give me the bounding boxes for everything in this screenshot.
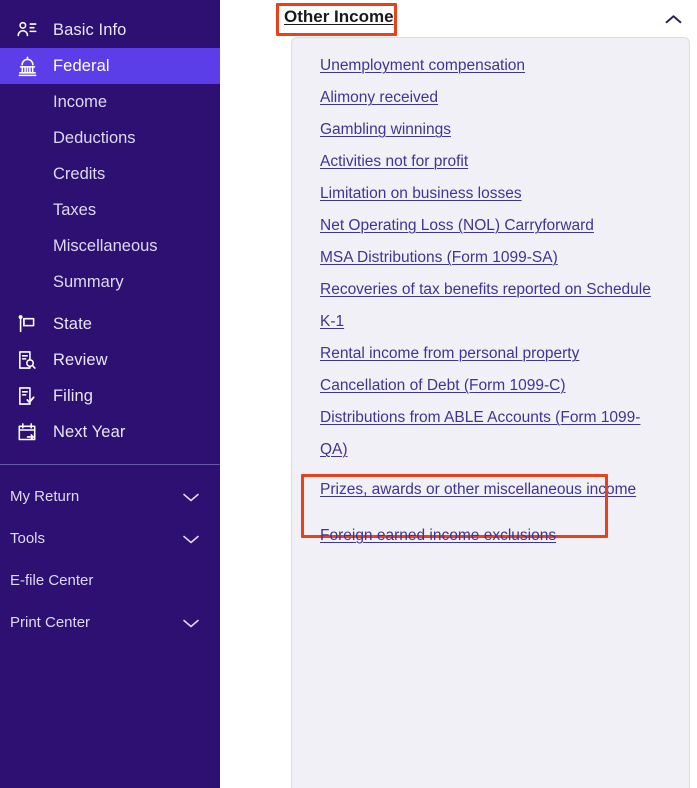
sidebar-federal-subnav: Income Deductions Credits Taxes Miscella… [0, 84, 220, 300]
sidebar-item-credits[interactable]: Credits [0, 156, 220, 192]
list-item: Activities not for profit [292, 146, 689, 178]
main-sidebar: Basic Info Federal Income Deductions Cre… [0, 0, 220, 788]
list-item: Alimony received [292, 82, 689, 114]
link-limitation-on-business-losses[interactable]: Limitation on business losses [320, 185, 522, 202]
sidebar-subitem-label: Income [53, 92, 108, 111]
sidebar-item-taxes[interactable]: Taxes [0, 192, 220, 228]
link-distributions-from-able-accounts[interactable]: Distributions from ABLE Accounts (Form 1… [320, 409, 640, 458]
sidebar-item-label: Filing [53, 386, 94, 405]
chevron-down-icon[interactable] [182, 616, 200, 628]
document-check-icon [14, 383, 40, 409]
chevron-down-icon[interactable] [182, 490, 200, 502]
sidebar-item-label: Federal [53, 56, 110, 75]
capitol-building-icon [14, 53, 40, 79]
list-item: Foreign earned income exclusions [292, 520, 689, 552]
sidebar-item-tools[interactable]: Tools [0, 517, 220, 559]
sidebar-subitem-label: Summary [53, 272, 124, 291]
sidebar-item-state[interactable]: State [0, 306, 220, 342]
sidebar-item-federal[interactable]: Federal [0, 48, 220, 84]
list-item: Cancellation of Debt (Form 1099-C) [292, 370, 689, 402]
sidebar-subitem-label: Credits [53, 164, 106, 183]
sidebar-item-efile-center[interactable]: E-file Center [0, 559, 220, 601]
sidebar-footer-label: My Return [10, 487, 80, 505]
list-item: Distributions from ABLE Accounts (Form 1… [292, 402, 689, 466]
list-item: Recoveries of tax benefits reported on S… [292, 274, 689, 338]
link-gambling-winnings[interactable]: Gambling winnings [320, 121, 451, 138]
sidebar-subitem-label: Deductions [53, 128, 136, 147]
list-item: Limitation on business losses [292, 178, 689, 210]
sidebar-item-miscellaneous[interactable]: Miscellaneous [0, 228, 220, 264]
document-search-icon [14, 347, 40, 373]
link-unemployment-compensation[interactable]: Unemployment compensation [320, 57, 525, 74]
list-item: Rental income from personal property [292, 338, 689, 370]
link-cancellation-of-debt[interactable]: Cancellation of Debt (Form 1099-C) [320, 377, 566, 394]
link-prizes-awards-misc-income[interactable]: Prizes, awards or other miscellaneous in… [320, 481, 636, 498]
list-item: Gambling winnings [292, 114, 689, 146]
sidebar-subitem-label: Taxes [53, 200, 97, 219]
content-area: Other Income Unemployment compensation A… [220, 0, 697, 788]
sidebar-item-filing[interactable]: Filing [0, 378, 220, 414]
sidebar-item-my-return[interactable]: My Return [0, 475, 220, 517]
sidebar-item-review[interactable]: Review [0, 342, 220, 378]
sidebar-item-income[interactable]: Income [0, 84, 220, 120]
link-nol-carryforward[interactable]: Net Operating Loss (NOL) Carryforward [320, 217, 594, 234]
sidebar-item-basic-info[interactable]: Basic Info [0, 12, 220, 48]
list-item: MSA Distributions (Form 1099-SA) [292, 242, 689, 274]
link-msa-distributions[interactable]: MSA Distributions (Form 1099-SA) [320, 249, 558, 266]
sidebar-item-next-year[interactable]: Next Year [0, 414, 220, 450]
link-foreign-earned-income-exclusions[interactable]: Foreign earned income exclusions [320, 527, 556, 544]
sidebar-item-print-center[interactable]: Print Center [0, 601, 220, 643]
section-header: Other Income [220, 0, 697, 36]
sidebar-footer-label: E-file Center [10, 571, 94, 589]
sidebar-item-label: Review [53, 350, 108, 369]
flag-icon [14, 311, 40, 337]
link-activities-not-for-profit[interactable]: Activities not for profit [320, 153, 468, 170]
sidebar-item-summary[interactable]: Summary [0, 264, 220, 300]
chevron-up-icon[interactable] [662, 8, 684, 30]
sidebar-item-label: State [53, 314, 93, 333]
sidebar-item-deductions[interactable]: Deductions [0, 120, 220, 156]
list-item: Unemployment compensation [292, 50, 689, 82]
page-title[interactable]: Other Income [284, 7, 394, 27]
sidebar-footer-nav: My Return Tools E-file Center Print Cent… [0, 465, 220, 643]
link-recoveries-of-tax-benefits[interactable]: Recoveries of tax benefits reported on S… [320, 281, 651, 330]
sidebar-footer-label: Tools [10, 529, 46, 547]
sidebar-subitem-label: Miscellaneous [53, 236, 158, 255]
link-alimony-received[interactable]: Alimony received [320, 89, 438, 106]
sidebar-footer-label: Print Center [10, 613, 91, 631]
list-item: Net Operating Loss (NOL) Carryforward [292, 210, 689, 242]
link-rental-income-personal-property[interactable]: Rental income from personal property [320, 345, 579, 362]
other-income-link-list: Unemployment compensation Alimony receiv… [291, 37, 690, 788]
sidebar-primary-nav: Basic Info Federal Income Deductions Cre… [0, 0, 220, 450]
chevron-down-icon[interactable] [182, 532, 200, 544]
sidebar-item-label: Basic Info [53, 20, 127, 39]
profile-card-icon [14, 17, 40, 43]
calendar-arrow-icon [14, 419, 40, 445]
sidebar-item-label: Next Year [53, 422, 126, 441]
list-item: Prizes, awards or other miscellaneous in… [292, 474, 689, 538]
app-root: Basic Info Federal Income Deductions Cre… [0, 0, 697, 788]
